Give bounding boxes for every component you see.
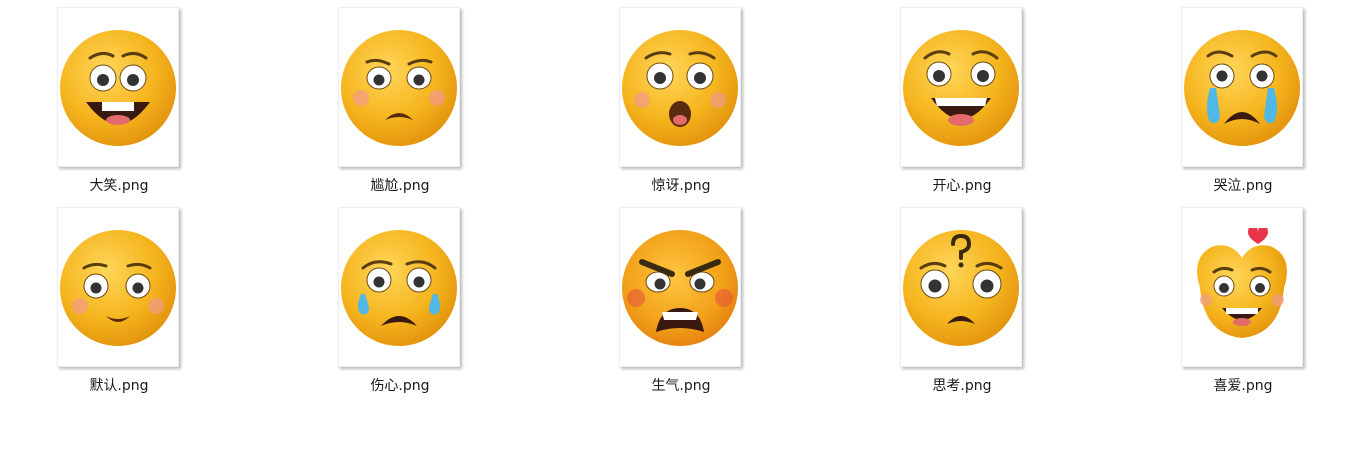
file-name: 开心.png [932,178,992,194]
default-emoji-icon [60,230,176,346]
thumbnail [900,7,1022,167]
file-item[interactable]: 喜爱.png [1143,207,1343,402]
happy-emoji-icon [903,30,1019,146]
file-name: 伤心.png [370,378,430,394]
file-name: 默认.png [89,378,149,394]
file-name: 惊讶.png [651,178,711,194]
thumbnail [1181,7,1303,167]
file-item[interactable]: 思考.png [862,207,1062,402]
file-name: 哭泣.png [1213,178,1273,194]
thumbnail [1181,207,1303,367]
thumbnail [57,207,179,367]
crying-emoji-icon [1184,30,1300,146]
file-item[interactable]: 默认.png [19,207,219,402]
file-name: 思考.png [932,378,992,394]
sad-emoji-icon [341,230,457,346]
file-item[interactable]: 惊讶.png [581,7,781,202]
file-name: 尴尬.png [370,178,430,194]
file-grid: 大笑.png 尴尬.png 惊讶.png 开心.png 哭泣.png 默认.pn… [0,0,1357,450]
laughing-emoji-icon [60,30,176,146]
file-item[interactable]: 哭泣.png [1143,7,1343,202]
thumbnail [619,7,741,167]
thinking-emoji-icon [903,230,1019,346]
file-item[interactable]: 大笑.png [19,7,219,202]
thumbnail [338,207,460,367]
file-item[interactable]: 伤心.png [300,207,500,402]
file-name: 大笑.png [89,178,149,194]
file-item[interactable]: 开心.png [862,7,1062,202]
file-item[interactable]: 尴尬.png [300,7,500,202]
thumbnail [900,207,1022,367]
embarrassed-emoji-icon [341,30,457,146]
file-item[interactable]: 生气.png [581,207,781,402]
love-emoji-icon [1197,228,1287,338]
file-name: 生气.png [651,378,711,394]
angry-emoji-icon [622,230,738,346]
thumbnail [619,207,741,367]
thumbnail [57,7,179,167]
file-name: 喜爱.png [1213,378,1273,394]
thumbnail [338,7,460,167]
surprised-emoji-icon [622,30,738,146]
